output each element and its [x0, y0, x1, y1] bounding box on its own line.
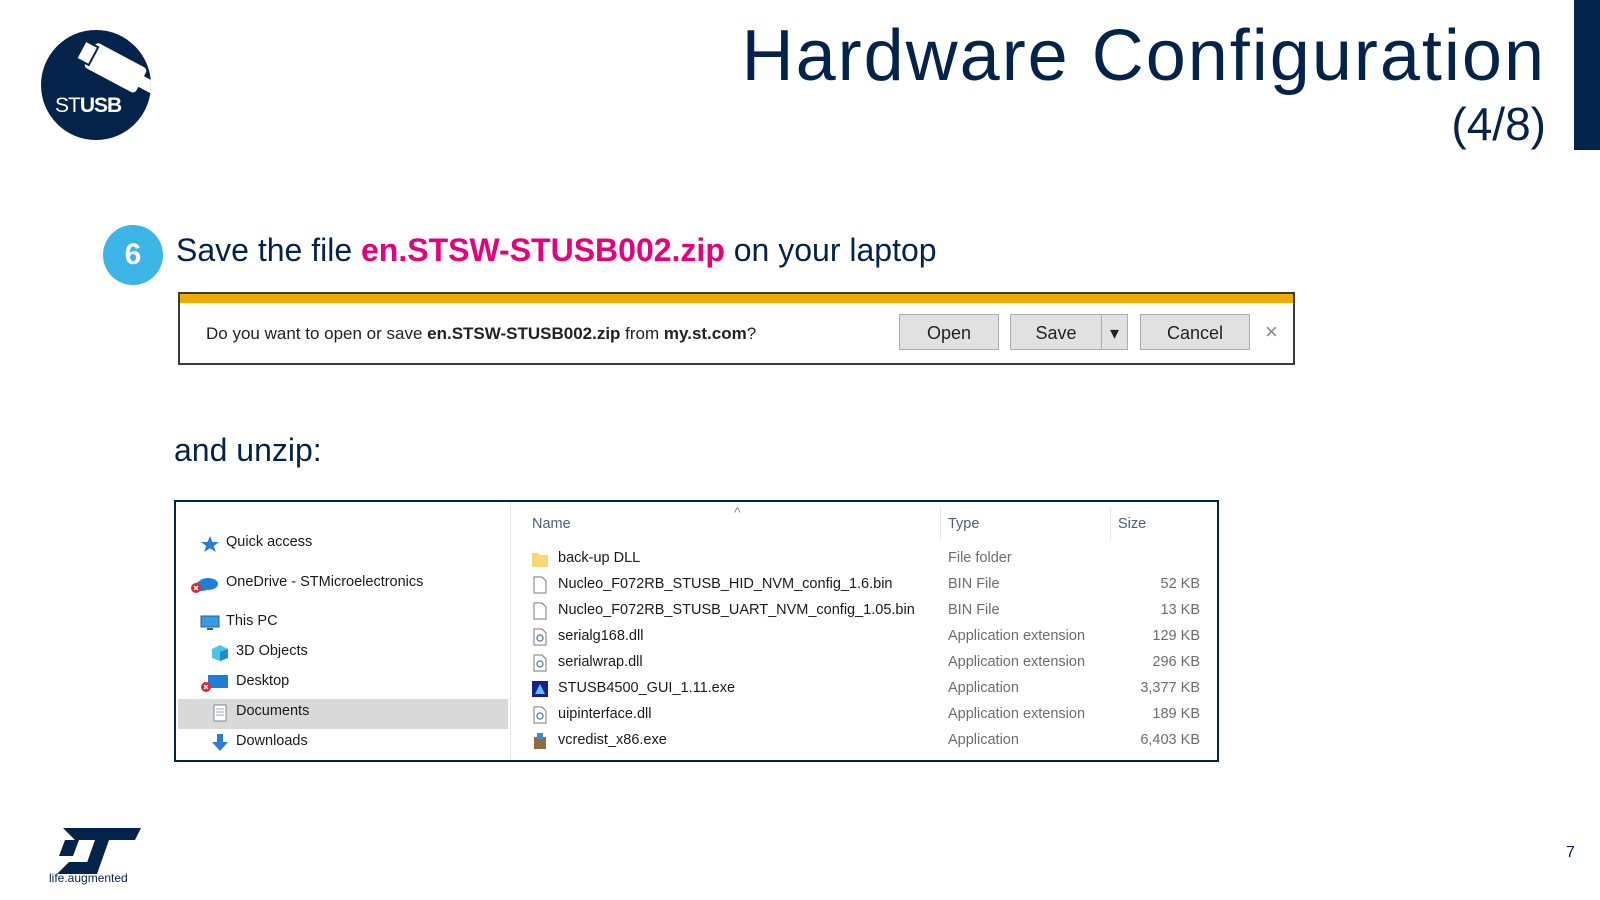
- file-name: Nucleo_F072RB_STUSB_UART_NVM_config_1.05…: [558, 602, 915, 618]
- nav-item-documents[interactable]: Documents: [210, 696, 309, 726]
- computer-icon: [200, 613, 220, 631]
- file-size: 129 KB: [1152, 628, 1200, 644]
- open-button[interactable]: Open: [899, 314, 999, 350]
- cloud-icon: [190, 574, 220, 594]
- file-row[interactable]: serialg168.dll Application extension 129…: [532, 623, 1212, 649]
- file-row[interactable]: serialwrap.dll Application extension 296…: [532, 649, 1212, 675]
- stusb-logo: STUSB: [41, 30, 151, 140]
- column-separator[interactable]: [1110, 508, 1111, 540]
- step-number-badge: 6: [103, 225, 163, 285]
- download-prompt-text: Do you want to open or save en.STSW-STUS…: [206, 324, 757, 343]
- file-size: 296 KB: [1152, 654, 1200, 670]
- save-button[interactable]: Save: [1010, 314, 1102, 350]
- dll-icon: [533, 706, 547, 724]
- column-separator[interactable]: [940, 508, 941, 540]
- st-tagline: life.augmented: [49, 871, 128, 885]
- nav-item-this-pc[interactable]: This PC: [200, 606, 278, 636]
- nav-item-quick-access[interactable]: Quick access: [200, 527, 312, 557]
- star-icon: [200, 534, 220, 553]
- file-row[interactable]: uipinterface.dll Application extension 1…: [532, 701, 1212, 727]
- file-type: Application: [948, 732, 1019, 748]
- cancel-button[interactable]: Cancel: [1140, 314, 1250, 350]
- page-number: 7: [1566, 844, 1575, 861]
- file-row[interactable]: vcredist_x86.exe Application 6,403 KB: [532, 727, 1212, 753]
- file-name: STUSB4500_GUI_1.11.exe: [558, 680, 736, 696]
- file-icon: [533, 576, 547, 594]
- folder-icon: [532, 553, 548, 567]
- notification-accent-strip: [180, 294, 1293, 303]
- column-header-size[interactable]: Size: [1118, 516, 1146, 532]
- dll-icon: [533, 654, 547, 672]
- file-type: Application extension: [948, 706, 1086, 722]
- file-row[interactable]: back-up DLL File folder: [532, 545, 1212, 571]
- file-explorer-window: Quick access OneDrive - STMicroelectroni…: [174, 500, 1219, 762]
- file-size: 189 KB: [1152, 706, 1200, 722]
- file-type: BIN File: [948, 576, 1000, 592]
- file-name: vcredist_x86.exe: [558, 732, 667, 748]
- column-header-name[interactable]: Name: [532, 516, 571, 532]
- chevron-down-icon: ▾: [1109, 323, 1120, 343]
- file-type: BIN File: [948, 602, 1000, 618]
- download-arrow-icon: [210, 733, 230, 752]
- nav-item-desktop[interactable]: Desktop: [200, 666, 289, 696]
- pane-divider: [510, 502, 511, 760]
- file-row[interactable]: Nucleo_F072RB_STUSB_HID_NVM_config_1.6.b…: [532, 571, 1212, 597]
- nav-item-3d-objects[interactable]: 3D Objects: [210, 636, 308, 666]
- sort-ascending-icon: ^: [734, 504, 741, 520]
- file-row[interactable]: Nucleo_F072RB_STUSB_UART_NVM_config_1.05…: [532, 597, 1212, 623]
- close-icon[interactable]: ×: [1265, 319, 1278, 345]
- nav-item-onedrive[interactable]: OneDrive - STMicroelectronics: [190, 567, 423, 597]
- navigation-pane: Quick access OneDrive - STMicroelectroni…: [176, 502, 508, 760]
- dll-icon: [533, 628, 547, 646]
- usb-plug-icon: [75, 39, 151, 96]
- column-header-type[interactable]: Type: [948, 516, 979, 532]
- file-type: Application extension: [948, 654, 1086, 670]
- nav-item-downloads[interactable]: Downloads: [210, 726, 308, 756]
- file-type: Application extension: [948, 628, 1086, 644]
- download-notification-bar: Do you want to open or save en.STSW-STUS…: [178, 292, 1295, 365]
- logo-text: STUSB: [55, 94, 122, 117]
- app-icon: [532, 681, 548, 697]
- page-title: Hardware Configuration: [741, 16, 1546, 96]
- page-subtitle: (4/8): [1451, 98, 1546, 150]
- file-type: Application: [948, 680, 1019, 696]
- unzip-instruction: and unzip:: [174, 432, 322, 468]
- file-row[interactable]: STUSB4500_GUI_1.11.exe Application 3,377…: [532, 675, 1212, 701]
- document-icon: [210, 703, 230, 722]
- file-size: 52 KB: [1160, 576, 1201, 592]
- file-name: serialwrap.dll: [558, 654, 643, 670]
- file-icon: [533, 602, 547, 620]
- file-name: Nucleo_F072RB_STUSB_HID_NVM_config_1.6.b…: [558, 576, 893, 592]
- step-instruction: Save the file en.STSW-STUSB002.zip on yo…: [176, 232, 937, 268]
- cube-icon: [210, 643, 230, 662]
- file-name: back-up DLL: [558, 550, 641, 566]
- file-size: 3,377 KB: [1140, 680, 1200, 696]
- installer-icon: [534, 733, 546, 749]
- file-size: 6,403 KB: [1140, 732, 1200, 748]
- file-name: uipinterface.dll: [558, 706, 652, 722]
- save-options-dropdown[interactable]: ▾: [1101, 314, 1128, 350]
- header-accent-bar: [1574, 0, 1600, 150]
- file-name: serialg168.dll: [558, 628, 644, 644]
- desktop-icon: [200, 673, 230, 693]
- file-type: File folder: [948, 550, 1012, 566]
- file-size: 13 KB: [1160, 602, 1201, 618]
- highlighted-filename: en.STSW-STUSB002.zip: [361, 232, 725, 268]
